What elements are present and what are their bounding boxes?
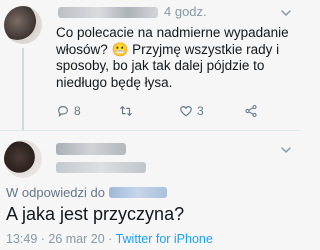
thread-line [22, 48, 24, 130]
reply-icon [58, 106, 68, 118]
original-tweet[interactable]: 4 godz. Co polecacie na nadmierne wypada… [0, 0, 300, 130]
reply-mention-redacted[interactable] [109, 187, 167, 198]
reply-timestamp[interactable]: 13:49 · 26 mar 20 · [6, 232, 116, 246]
reply-author-handle-redacted[interactable] [56, 162, 146, 173]
reply-meta: 13:49 · 26 mar 20 · Twitter for iPhone [6, 232, 213, 246]
retweet-icon [120, 106, 132, 116]
in-reply-to: W odpowiedzi do [6, 185, 167, 200]
reply-client[interactable]: Twitter for iPhone [116, 232, 213, 246]
like-button[interactable]: 3 [179, 104, 204, 118]
reply-button[interactable]: 8 [56, 104, 81, 118]
reply-author-name-redacted[interactable] [56, 143, 126, 155]
reply-avatar[interactable] [4, 140, 42, 178]
divider [0, 130, 300, 131]
like-count: 3 [197, 104, 204, 118]
like-icon [180, 106, 192, 117]
reply-count: 8 [74, 104, 81, 118]
tweet-actions: 8 3 [56, 104, 276, 124]
share-button[interactable] [244, 104, 258, 118]
retweet-button[interactable] [119, 104, 137, 118]
chevron-down-icon[interactable] [280, 144, 292, 156]
reply-text: A jaka jest przyczyna? [6, 204, 185, 224]
in-reply-to-label: W odpowiedzi do [6, 185, 105, 200]
author-name-redacted[interactable] [58, 7, 158, 18]
tweet-text: Co polecacie na nadmierne wypadanie włos… [56, 25, 289, 90]
avatar[interactable] [4, 6, 42, 44]
chevron-down-icon[interactable] [280, 7, 292, 19]
tweet-time[interactable]: 4 godz. [164, 4, 207, 19]
share-icon [245, 104, 257, 118]
